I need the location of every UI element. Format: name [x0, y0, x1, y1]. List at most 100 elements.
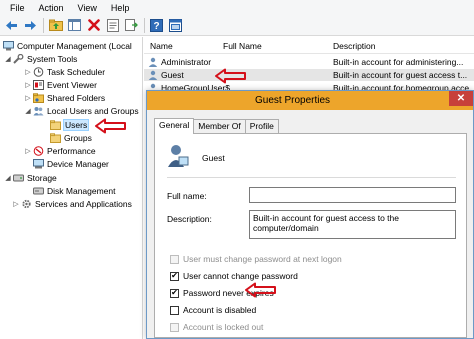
expand-icon[interactable]: ▷	[24, 147, 32, 155]
tree-label: Users	[62, 119, 90, 131]
event-viewer-icon	[33, 80, 44, 90]
column-header-description[interactable]: Description	[333, 41, 376, 51]
user-icon	[148, 57, 158, 69]
tree-label: Groups	[64, 133, 92, 143]
menu-file[interactable]: File	[3, 3, 32, 13]
tree-label: Device Manager	[47, 159, 109, 169]
user-large-icon	[167, 144, 189, 170]
expand-icon[interactable]: ▷	[24, 68, 32, 76]
help-icon[interactable]: ?	[149, 18, 164, 33]
menu-view[interactable]: View	[71, 3, 104, 13]
cell-name: Administrator	[161, 57, 212, 67]
checkbox-label: User must change password at next logon	[183, 254, 342, 264]
tab-general[interactable]: General	[154, 118, 195, 134]
cell-name: Guest	[161, 70, 184, 80]
tree-label: Shared Folders	[47, 93, 106, 103]
tree-node-storage[interactable]: ◢ Storage	[4, 172, 57, 184]
list-header: Name Full Name Description	[144, 37, 474, 54]
expand-icon[interactable]: ▷	[24, 94, 32, 102]
dialog-title-bar[interactable]: Guest Properties ✕	[147, 91, 473, 110]
properties-icon[interactable]	[105, 18, 120, 33]
device-manager-icon	[33, 159, 44, 169]
tree-label: Disk Management	[47, 186, 116, 196]
tree-node-computer-management[interactable]: Computer Management (Local	[2, 40, 132, 52]
guest-properties-dialog: Guest Properties ✕ General Member Of Pro…	[146, 90, 474, 339]
tree-node-performance[interactable]: ▷ Performance	[24, 145, 96, 157]
collapse-icon[interactable]: ◢	[4, 174, 12, 182]
tree-node-services-applications[interactable]: ▷ Services and Applications	[12, 198, 132, 210]
tree-node-disk-management[interactable]: Disk Management	[32, 185, 116, 197]
show-tree-icon[interactable]	[67, 18, 82, 33]
tree-label: System Tools	[27, 54, 78, 64]
checkbox-label: User cannot change password	[183, 271, 298, 281]
cell-description: Built-in account for administering...	[333, 57, 464, 67]
cell-description: Built-in account for guest access t...	[333, 70, 468, 80]
tree-label: Performance	[47, 146, 96, 156]
menu-help[interactable]: Help	[104, 3, 137, 13]
toolbar-separator	[144, 17, 145, 33]
tree-label: Task Scheduler	[47, 67, 106, 77]
description-label: Description:	[167, 214, 212, 224]
user-icon	[148, 70, 158, 82]
tree-node-shared-folders[interactable]: ▷ Shared Folders	[24, 92, 105, 104]
table-row[interactable]: Administrator Built-in account for admin…	[144, 56, 474, 68]
tools-icon	[13, 54, 24, 64]
full-name-label: Full name:	[167, 191, 207, 201]
tree-label: Services and Applications	[35, 199, 132, 209]
column-header-full-name[interactable]: Full Name	[223, 41, 262, 51]
checkbox-box[interactable]	[170, 322, 179, 332]
checkbox-box[interactable]: ✔	[170, 288, 179, 298]
tab-member-of[interactable]: Member Of	[193, 119, 246, 133]
expand-icon[interactable]: ▷	[24, 81, 32, 89]
console-icon[interactable]	[168, 18, 183, 33]
checkbox-label: Account is disabled	[183, 305, 257, 315]
annotation-arrow-users	[95, 118, 126, 134]
checkbox-box[interactable]	[170, 254, 179, 264]
dialog-tabs: General Member Of Profile	[154, 118, 279, 134]
tree-node-device-manager[interactable]: Device Manager	[32, 158, 109, 170]
folder-icon	[50, 133, 61, 143]
clock-icon	[33, 67, 44, 77]
expand-icon[interactable]: ▷	[12, 200, 20, 208]
column-header-name[interactable]: Name	[150, 41, 173, 51]
tree-node-task-scheduler[interactable]: ▷ Task Scheduler	[24, 66, 105, 78]
checkbox-account-disabled[interactable]: Account is disabled	[170, 305, 256, 315]
performance-icon	[33, 146, 44, 156]
export-icon[interactable]	[124, 18, 139, 33]
table-row[interactable]: Guest Built-in account for guest access …	[144, 69, 474, 81]
tree-label: Storage	[27, 173, 57, 183]
delete-icon[interactable]	[86, 18, 101, 33]
tree-label: Local Users and Groups	[47, 106, 139, 116]
collapse-icon[interactable]: ◢	[24, 107, 32, 115]
annotation-arrow-account-disabled	[245, 282, 276, 298]
console-tree: Computer Management (Local ◢ System Tool…	[0, 37, 143, 339]
tree-node-system-tools[interactable]: ◢ System Tools	[4, 53, 77, 65]
computer-icon	[3, 41, 14, 51]
tree-node-groups[interactable]: Groups	[49, 132, 92, 144]
back-arrow-icon[interactable]	[4, 18, 19, 33]
tree-node-local-users-groups[interactable]: ◢ Local Users and Groups	[24, 105, 139, 117]
folder-icon	[50, 120, 61, 130]
checkbox-box[interactable]	[170, 305, 179, 315]
checkbox-cannot-change-password[interactable]: ✔ User cannot change password	[170, 271, 298, 281]
tab-profile[interactable]: Profile	[244, 119, 279, 133]
checkbox-must-change-password[interactable]: User must change password at next logon	[170, 254, 342, 264]
annotation-arrow-guest	[215, 68, 246, 84]
divider	[167, 177, 456, 178]
checkbox-box[interactable]: ✔	[170, 271, 179, 281]
close-button[interactable]: ✕	[449, 91, 473, 106]
username-label: Guest	[202, 153, 225, 163]
up-folder-icon[interactable]	[48, 18, 63, 33]
toolbar: ?	[0, 15, 474, 36]
tree-node-event-viewer[interactable]: ▷ Event Viewer	[24, 79, 97, 91]
full-name-field[interactable]	[249, 187, 456, 203]
menu-bar: File Action View Help	[0, 0, 474, 15]
checkbox-label: Account is locked out	[183, 322, 264, 332]
forward-arrow-icon[interactable]	[23, 18, 38, 33]
menu-action[interactable]: Action	[32, 3, 71, 13]
checkbox-account-locked-out[interactable]: Account is locked out	[170, 322, 263, 332]
tree-node-users[interactable]: Users	[49, 119, 90, 131]
collapse-icon[interactable]: ◢	[4, 55, 12, 63]
storage-icon	[13, 173, 24, 183]
description-field[interactable]: Built-in account for guest access to the…	[249, 210, 456, 239]
